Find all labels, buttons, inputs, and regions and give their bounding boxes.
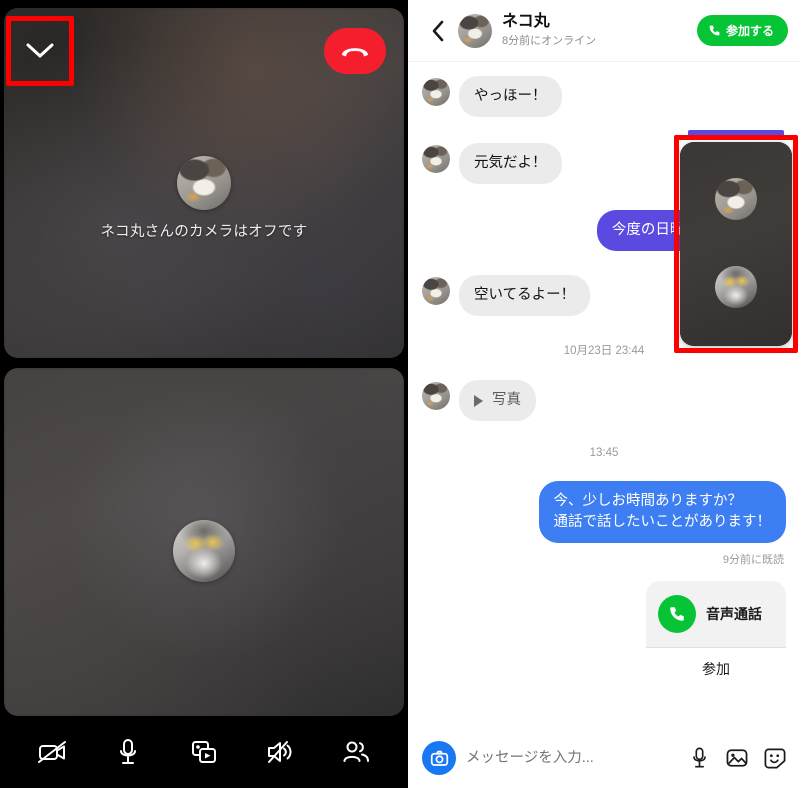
avatar [422,277,450,306]
call-toolbar [0,716,408,788]
avatar [422,382,450,411]
call-card-header: 音声通話 [646,581,786,647]
screenshot-root: ネコ丸さんのカメラはオフです ネコ丸 8分前にオンライン 参加する やっほー！ … [0,0,800,788]
message-bubble[interactable]: 今、少しお時間ありますか？ 通話で話したいことがあります！ [538,481,786,544]
avatar [715,178,757,220]
camera-icon [430,750,448,766]
photo-message-label: 写真 [492,392,521,409]
contact-info: ネコ丸 8分前にオンライン [502,12,687,48]
hangup-button[interactable] [324,28,386,74]
chevron-left-icon [432,20,443,41]
phone-icon [709,25,720,36]
avatar [173,520,235,582]
contact-name: ネコ丸 [502,13,550,31]
camera-off-label: ネコ丸さんのカメラはオフです [100,224,308,240]
input-actions [688,747,786,769]
pip-background [680,142,792,346]
camera-button[interactable] [422,741,456,775]
phone-icon [658,595,696,634]
message-bubble[interactable]: 元気だよ！ [459,143,562,185]
message-list[interactable]: やっほー！ 元気だよ！ 今度の日曜日空いてる？ 空いてるよー！ 10月23日 2… [408,62,800,728]
chevron-down-icon [26,43,54,58]
image-icon [726,749,748,767]
microphone-button[interactable] [688,747,710,769]
video-call-pane: ネコ丸さんのカメラはオフです [0,0,408,788]
chat-header: ネコ丸 8分前にオンライン 参加する [408,0,800,62]
collapse-call-button[interactable] [8,18,72,84]
call-card-wrapper: 音声通話 参加 [422,581,786,691]
message-input-bar [408,728,800,788]
camera-off-icon [38,741,66,763]
sticker-icon [764,748,786,768]
pip-video-overlay[interactable] [680,142,792,346]
chat-pane: ネコ丸 8分前にオンライン 参加する やっほー！ 元気だよ！ 今度の日曜日空いて… [408,0,800,788]
avatar [177,156,231,210]
message-row: 写真 [422,380,786,422]
media-share-icon [192,741,216,763]
call-card-join-button[interactable]: 参加 [646,647,786,691]
contact-status: 8分前にオンライン [502,34,597,47]
avatar [422,145,450,174]
avatar [422,78,450,106]
call-card-title: 音声通話 [706,606,762,623]
speaker-muted-icon [268,741,292,763]
message-input[interactable] [466,750,678,766]
sticker-button[interactable] [764,747,786,769]
photo-message-bubble[interactable]: 写真 [459,380,536,422]
join-call-label: 参加する [725,24,774,38]
image-button[interactable] [726,747,748,769]
camera-off-button[interactable] [28,728,76,776]
play-icon [474,394,483,407]
media-share-button[interactable] [180,728,228,776]
participants-icon [343,741,369,762]
microphone-icon [120,739,136,764]
phone-hangup-icon [342,48,368,57]
join-call-button[interactable]: 参加する [696,15,788,46]
read-receipt: 9分前に既読 [722,554,784,567]
speaker-muted-button[interactable] [256,728,304,776]
message-row: やっほー！ [422,76,786,118]
microphone-icon [692,747,706,768]
avatar[interactable] [458,13,492,48]
message-row: 今、少しお時間ありますか？ 通話で話したいことがあります！ [422,481,786,544]
message-timestamp: 13:45 [589,447,619,460]
avatar [715,266,757,308]
voice-call-card[interactable]: 音声通話 参加 [646,581,786,691]
pip-top-bar [688,130,784,137]
microphone-button[interactable] [104,728,152,776]
back-button[interactable] [426,16,448,46]
participants-button[interactable] [332,728,380,776]
message-bubble[interactable]: やっほー！ [459,76,562,118]
message-bubble[interactable]: 空いてるよー！ [459,275,591,317]
video-tile-self[interactable] [4,368,404,716]
